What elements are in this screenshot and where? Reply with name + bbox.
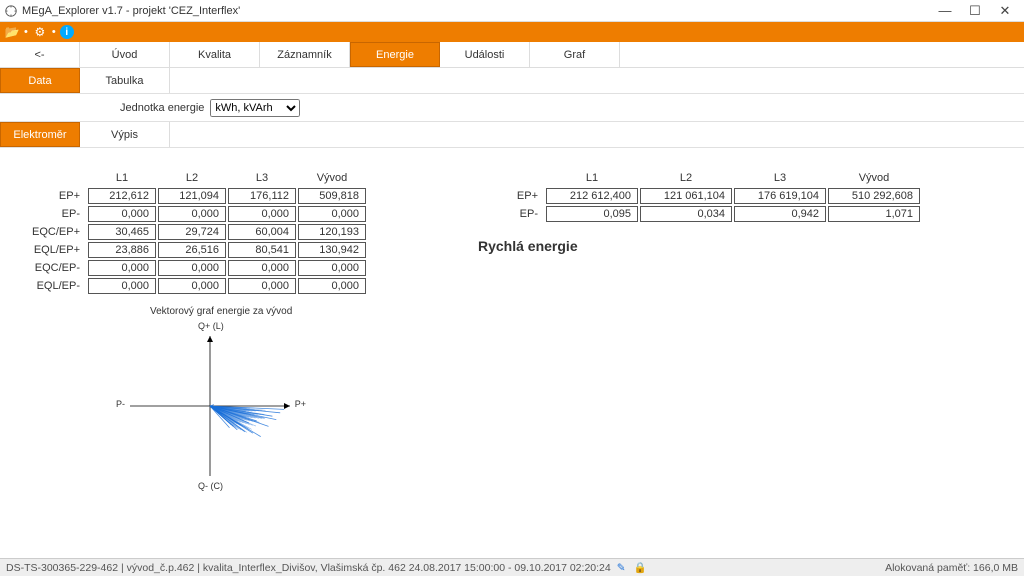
nav-elektromer[interactable]: Elektroměr (0, 122, 80, 147)
row-label: EQL/EP- (22, 278, 86, 294)
status-memory: Alokovaná paměť: 166,0 MB (885, 562, 1018, 574)
row-label: EP+ (480, 188, 544, 204)
cell: 212,612 (88, 188, 156, 204)
cell: 176,112 (228, 188, 296, 204)
content-area: L1 L2 L3 Vývod EP+ 212,612 121,094 176,1… (0, 148, 1024, 558)
nav-kvalita[interactable]: Kvalita (170, 42, 260, 67)
main-toolbar: 📂 • ⚙ • i (0, 22, 1024, 42)
window-titlebar: MEgA_Explorer v1.7 - projekt 'CEZ_Interf… (0, 0, 1024, 22)
lock-icon[interactable]: 🔒 (634, 561, 647, 574)
cell: 121 061,104 (640, 188, 732, 204)
quick-energy-title: Rychlá energie (478, 238, 922, 254)
row-label: EQC/EP- (22, 260, 86, 276)
col-l2: L2 (158, 170, 226, 186)
cell: 176 619,104 (734, 188, 826, 204)
edit-icon[interactable]: ✎ (617, 562, 626, 574)
energy-table-right: L1 L2 L3 Vývod EP+ 212 612,400 121 061,1… (478, 168, 922, 224)
nav-data[interactable]: Data (0, 68, 80, 93)
table-row: EQL/EP- 0,000 0,000 0,000 0,000 (22, 278, 366, 294)
nav-energie[interactable]: Energie (350, 42, 440, 67)
window-title: MEgA_Explorer v1.7 - projekt 'CEZ_Interf… (22, 5, 930, 17)
cell: 0,000 (158, 206, 226, 222)
vector-chart: Q+ (L) Q- (C) P- P+ (110, 321, 310, 491)
table-row: EP- 0,000 0,000 0,000 0,000 (22, 206, 366, 222)
col-vyvod: Vývod (298, 170, 366, 186)
cell: 0,000 (88, 278, 156, 294)
cell: 0,000 (158, 278, 226, 294)
rcol-l3: L3 (734, 170, 826, 186)
cell: 0,034 (640, 206, 732, 222)
cell: 0,095 (546, 206, 638, 222)
cell: 80,541 (228, 242, 296, 258)
cell: 0,000 (298, 278, 366, 294)
cell: 26,516 (158, 242, 226, 258)
vector-chart-block: Vektorový graf energie za vývod Q+ (L) Q… (110, 306, 1024, 491)
energy-table-left: L1 L2 L3 Vývod EP+ 212,612 121,094 176,1… (20, 168, 368, 296)
row-label: EP- (480, 206, 544, 222)
cell: 0,942 (734, 206, 826, 222)
cell: 0,000 (228, 206, 296, 222)
cell: 121,094 (158, 188, 226, 204)
cell: 509,818 (298, 188, 366, 204)
open-icon[interactable]: 📂 (4, 24, 20, 40)
window-minimize-button[interactable]: — (930, 3, 960, 18)
cell: 212 612,400 (546, 188, 638, 204)
unit-label: Jednotka energie (120, 102, 204, 114)
app-icon (4, 4, 18, 18)
rcol-l2: L2 (640, 170, 732, 186)
nav-tabulka[interactable]: Tabulka (80, 68, 170, 93)
nav-udalosti[interactable]: Události (440, 42, 530, 67)
cell: 0,000 (298, 260, 366, 276)
unit-row: Jednotka energie kWh, kVArh (0, 94, 1024, 122)
cell: 29,724 (158, 224, 226, 240)
unit-select[interactable]: kWh, kVArh (210, 99, 300, 117)
cell: 1,071 (828, 206, 920, 222)
table-row: EP+ 212 612,400 121 061,104 176 619,104 … (480, 188, 920, 204)
nav-primary: <- Úvod Kvalita Záznamník Energie Událos… (0, 42, 1024, 68)
rcol-vyvod: Vývod (828, 170, 920, 186)
cell: 0,000 (88, 260, 156, 276)
cell: 60,004 (228, 224, 296, 240)
table-row: EP+ 212,612 121,094 176,112 509,818 (22, 188, 366, 204)
nav-secondary: Data Tabulka (0, 68, 1024, 94)
axis-label-pminus: P- (116, 399, 125, 409)
table-row: EQC/EP+ 30,465 29,724 60,004 120,193 (22, 224, 366, 240)
cell: 0,000 (228, 260, 296, 276)
cell: 0,000 (228, 278, 296, 294)
gear-icon[interactable]: ⚙ (32, 24, 48, 40)
axis-label-qminus: Q- (C) (198, 481, 223, 491)
row-label: EQC/EP+ (22, 224, 86, 240)
window-maximize-button[interactable]: ☐ (960, 3, 990, 19)
cell: 23,886 (88, 242, 156, 258)
nav-vypis[interactable]: Výpis (80, 122, 170, 147)
cell: 0,000 (298, 206, 366, 222)
cell: 0,000 (158, 260, 226, 276)
row-label: EP+ (22, 188, 86, 204)
cell: 120,193 (298, 224, 366, 240)
axis-label-pplus: P+ (295, 399, 306, 409)
cell: 30,465 (88, 224, 156, 240)
table-row: EP- 0,095 0,034 0,942 1,071 (480, 206, 920, 222)
table-row: EQC/EP- 0,000 0,000 0,000 0,000 (22, 260, 366, 276)
nav-back[interactable]: <- (0, 42, 80, 67)
row-label: EP- (22, 206, 86, 222)
table-row: EQL/EP+ 23,886 26,516 80,541 130,942 (22, 242, 366, 258)
info-icon[interactable]: i (60, 25, 74, 39)
vector-chart-title: Vektorový graf energie za vývod (150, 306, 1024, 317)
col-l3: L3 (228, 170, 296, 186)
nav-graf[interactable]: Graf (530, 42, 620, 67)
status-bar: DS-TS-300365-229-462 | vývod_č.p.462 | k… (0, 558, 1024, 576)
rcol-l1: L1 (546, 170, 638, 186)
window-close-button[interactable]: ✕ (990, 3, 1020, 19)
row-label: EQL/EP+ (22, 242, 86, 258)
col-l1: L1 (88, 170, 156, 186)
nav-tertiary: Elektroměr Výpis (0, 122, 1024, 148)
status-left: DS-TS-300365-229-462 | vývod_č.p.462 | k… (6, 562, 611, 574)
axis-label-qplus: Q+ (L) (198, 321, 224, 331)
nav-zaznamnik[interactable]: Záznamník (260, 42, 350, 67)
cell: 510 292,608 (828, 188, 920, 204)
cell: 130,942 (298, 242, 366, 258)
cell: 0,000 (88, 206, 156, 222)
nav-uvod[interactable]: Úvod (80, 42, 170, 67)
